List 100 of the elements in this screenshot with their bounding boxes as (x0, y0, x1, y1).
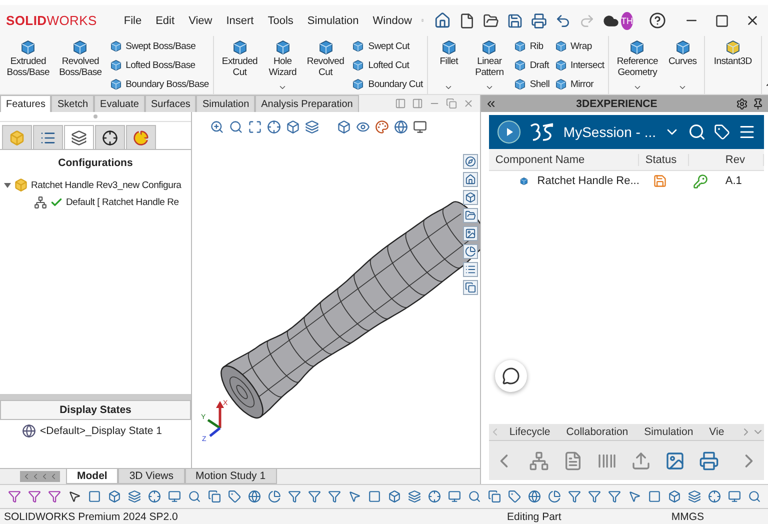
image-icon[interactable] (665, 450, 686, 470)
session-name[interactable]: MySession - ... (563, 124, 656, 140)
selection-filter-icon[interactable] (308, 488, 321, 505)
panel-tab[interactable]: Vie (701, 426, 732, 438)
menu-item[interactable]: Edit (150, 14, 180, 26)
compass-icon[interactable] (497, 120, 522, 144)
ribbon-button[interactable]: Boundary Boss/Base (108, 77, 209, 91)
ribbon-tab[interactable]: Evaluate (94, 95, 145, 112)
search-icon[interactable] (229, 120, 243, 134)
restore-icon[interactable] (446, 98, 458, 109)
ribbon-button[interactable]: Revolved Boss/Base (56, 38, 105, 92)
tree-item[interactable]: Default [ Ratchet Handle Re (66, 197, 179, 208)
print-icon[interactable] (529, 12, 549, 28)
selection-filter-icon[interactable] (488, 488, 501, 505)
ribbon-button[interactable]: Draft (512, 58, 550, 72)
selection-filter-icon[interactable] (588, 488, 601, 505)
document-icon[interactable] (563, 450, 584, 470)
selection-filter-icon[interactable] (8, 488, 21, 505)
menu-item[interactable]: Window (368, 14, 417, 26)
zoom-fit-icon[interactable] (248, 120, 262, 134)
selection-filter-icon[interactable] (708, 488, 721, 505)
selection-filter-icon[interactable] (268, 488, 281, 505)
caret-icon[interactable] (278, 83, 288, 92)
bottom-tab[interactable]: 3D Views (118, 469, 185, 484)
tree-item[interactable]: Ratchet Handle Rev3_new Configura (31, 180, 182, 190)
selection-filter-icon[interactable] (508, 488, 521, 505)
ribbon-button[interactable]: Instant3D (708, 38, 758, 92)
selection-filter-icon[interactable] (368, 488, 381, 505)
ribbon-button[interactable]: Wrap (554, 39, 604, 53)
units-selector[interactable]: MMGS (671, 510, 704, 522)
task-pane-icon[interactable] (463, 154, 478, 169)
grip-icon[interactable] (93, 114, 98, 119)
palette-icon[interactable] (375, 120, 389, 134)
selection-filter-icon[interactable] (428, 488, 441, 505)
selection-filter-icon[interactable] (88, 488, 101, 505)
ribbon-tab[interactable]: Simulation (196, 95, 256, 112)
search-icon[interactable] (688, 123, 706, 141)
task-pane-icon[interactable] (463, 280, 478, 295)
panel-tab[interactable] (64, 125, 94, 149)
selection-filter-icon[interactable] (128, 488, 141, 505)
selection-filter-icon[interactable] (168, 488, 181, 505)
print-icon[interactable] (699, 450, 720, 470)
selection-filter-icon[interactable] (148, 488, 161, 505)
cube-icon[interactable] (286, 120, 300, 134)
caret-icon[interactable] (444, 83, 454, 92)
eye-icon[interactable] (356, 120, 370, 134)
open-icon[interactable] (481, 12, 501, 28)
selection-filter-icon[interactable] (448, 488, 461, 505)
selection-filter-icon[interactable] (248, 488, 261, 505)
selection-filter-icon[interactable] (208, 488, 221, 505)
ribbon-button[interactable]: Swept Cut (351, 39, 423, 53)
ribbon-button[interactable]: Rib (512, 39, 550, 53)
task-pane-icon[interactable] (463, 226, 478, 241)
selection-filter-icon[interactable] (648, 488, 661, 505)
panel-tab[interactable] (95, 125, 125, 149)
task-pane-icon[interactable] (463, 172, 478, 187)
ribbon-button[interactable]: Fillet (432, 38, 466, 92)
ribbon-button[interactable]: Linear Pattern (470, 38, 509, 92)
caret-icon[interactable] (632, 83, 642, 92)
panel-left-icon[interactable] (395, 98, 406, 109)
selection-filter-icon[interactable] (668, 488, 681, 505)
selection-filter-icon[interactable] (688, 488, 701, 505)
ribbon-button[interactable]: Intersect (554, 58, 604, 72)
menu-item[interactable]: Simulation (302, 14, 364, 26)
selection-filter-icon[interactable] (728, 488, 741, 505)
selection-filter-icon[interactable] (748, 488, 761, 505)
ribbon-button[interactable]: Mirror (554, 77, 604, 91)
selection-filter-icon[interactable] (388, 488, 401, 505)
menu-item[interactable]: Tools (262, 14, 298, 26)
ribbon-button[interactable]: Lofted Cut (351, 58, 423, 72)
cloud-icon[interactable] (601, 12, 621, 28)
panel-tab[interactable]: Collaboration (558, 426, 636, 438)
caret-icon[interactable] (678, 83, 688, 92)
ribbon-button[interactable]: Extruded Boss/Base (4, 38, 52, 92)
selection-filter-icon[interactable] (608, 488, 621, 505)
crosshair-icon[interactable] (267, 120, 281, 134)
bottom-tab[interactable]: Model (66, 469, 118, 484)
maximize-icon[interactable] (713, 14, 731, 28)
selection-filter-icon[interactable] (548, 488, 561, 505)
bottom-tab[interactable]: Motion Study 1 (184, 469, 277, 484)
ribbon-tab[interactable]: Analysis Preparation (255, 95, 359, 112)
network-icon[interactable] (529, 450, 550, 470)
settings-icon[interactable] (736, 98, 748, 110)
zoom-icon[interactable] (210, 120, 224, 134)
panel-tab[interactable]: Lifecycle (501, 426, 558, 438)
menu-item[interactable]: Insert (221, 14, 259, 26)
task-pane-icon[interactable] (463, 190, 478, 205)
selection-filter-icon[interactable] (568, 488, 581, 505)
panel-tab[interactable] (33, 125, 63, 149)
ribbon-button[interactable]: Shell (512, 77, 550, 91)
selection-filter-icon[interactable] (188, 488, 201, 505)
ribbon-button[interactable]: Extruded Cut (218, 38, 262, 92)
menu-item[interactable]: File (118, 14, 147, 26)
ribbon-button[interactable]: Lofted Boss/Base (108, 58, 209, 72)
selection-filter-icon[interactable] (108, 488, 121, 505)
chat-icon[interactable] (495, 360, 528, 392)
selection-filter-icon[interactable] (288, 488, 301, 505)
ribbon-tab[interactable]: Features (0, 95, 52, 112)
upload-icon[interactable] (631, 450, 652, 470)
component-name[interactable]: Ratchet Handle Re... (537, 175, 640, 187)
